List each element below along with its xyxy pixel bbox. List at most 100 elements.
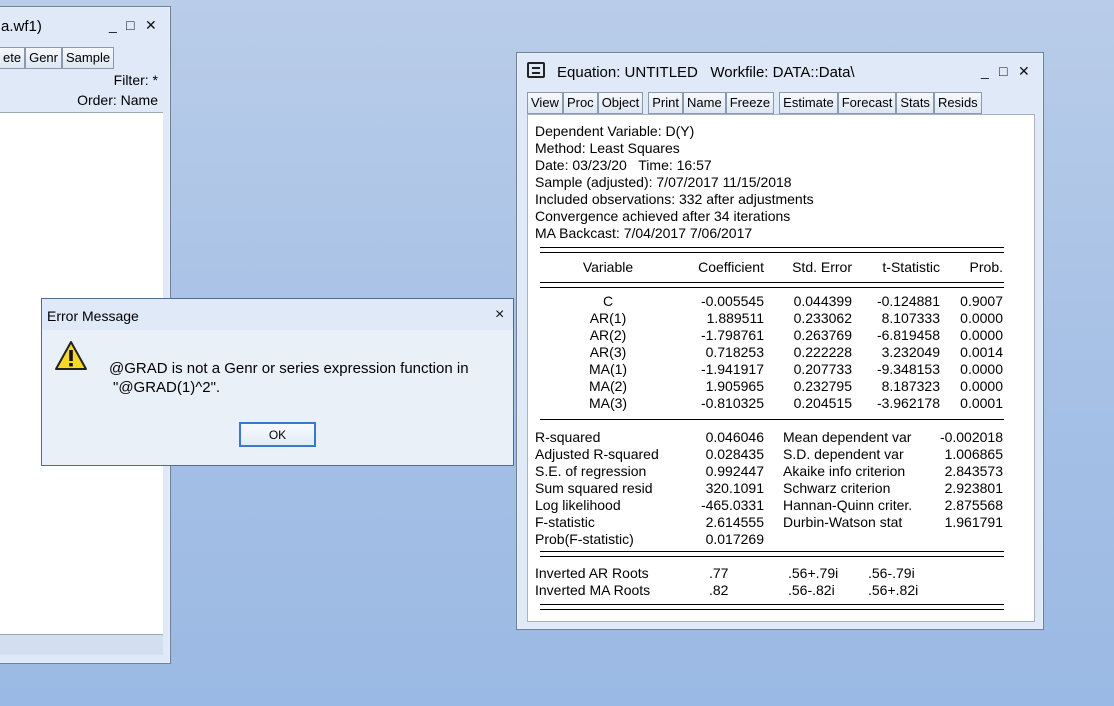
t-statistic-cell: 8.107333 <box>881 310 940 326</box>
stat-value-cell: 1.961791 <box>944 514 1003 530</box>
variable-cell: C <box>602 293 614 309</box>
genr-button[interactable]: Genr <box>25 47 62 69</box>
coefficient-cell: -1.798761 <box>700 327 764 343</box>
stat-value-cell: -465.0331 <box>700 497 764 513</box>
estimation-output[interactable]: Dependent Variable: D(Y) Method: Least S… <box>527 114 1035 622</box>
roots-label-cell: Inverted MA Roots <box>535 582 651 598</box>
workfile-status-bar <box>0 634 163 655</box>
equation-window: Equation: UNTITLED Workfile: DATA::Data\… <box>516 52 1044 630</box>
proc-button[interactable]: Proc <box>562 92 598 114</box>
forecast-button[interactable]: Forecast <box>837 92 897 114</box>
estimate-button[interactable]: Estimate <box>779 92 838 114</box>
minimize-button[interactable]: _ <box>109 17 117 33</box>
order-label: Order: Name <box>77 92 158 108</box>
col-coefficient: Coefficient <box>698 259 764 275</box>
date-line: Date: 03/23/20 Time: 16:57 <box>535 157 712 173</box>
stat-label-cell: Adjusted R-squared <box>535 446 659 462</box>
print-button[interactable]: Print <box>648 92 683 114</box>
minimize-button[interactable]: _ <box>981 63 989 79</box>
error-message-line2: "@GRAD(1)^2". <box>113 379 221 396</box>
close-icon[interactable]: × <box>495 306 504 324</box>
coefficient-cell: 0.718253 <box>705 344 764 360</box>
sample-button[interactable]: Sample <box>61 47 115 69</box>
delete-button[interactable]: ete <box>0 47 26 69</box>
t-statistic-cell: -6.819458 <box>876 327 940 343</box>
view-button[interactable]: View <box>527 92 563 114</box>
stat-value-cell: 0.992447 <box>705 463 764 479</box>
prob-cell: 0.0000 <box>960 361 1003 377</box>
stat-label-cell: Prob(F-statistic) <box>535 531 634 547</box>
name-button[interactable]: Name <box>683 92 726 114</box>
coefficient-cell: -1.941917 <box>700 361 764 377</box>
variable-cell: AR(2) <box>589 327 627 343</box>
stat-label-cell: Sum squared resid <box>535 480 653 496</box>
stat-value-cell: 2.614555 <box>705 514 764 530</box>
freeze-button[interactable]: Freeze <box>725 92 775 114</box>
col-std-error: Std. Error <box>792 259 852 275</box>
stat-label-cell: R-squared <box>535 429 601 445</box>
stat-label-cell: Durbin-Watson stat <box>783 514 903 530</box>
stat-label-cell: S.E. of regression <box>535 463 647 479</box>
table-rule <box>540 604 1004 610</box>
ok-button-label: OK <box>268 427 287 442</box>
object-button[interactable]: Object <box>597 92 644 114</box>
stat-value-cell: 0.046046 <box>705 429 764 445</box>
t-statistic-cell: 3.232049 <box>881 344 940 360</box>
t-statistic-cell: -9.348153 <box>876 361 940 377</box>
warning-icon <box>55 341 87 370</box>
root-cell: .56+.79i <box>788 565 839 581</box>
prob-cell: 0.0000 <box>960 378 1003 394</box>
variable-cell: MA(3) <box>588 395 628 411</box>
close-button[interactable]: ✕ <box>145 17 157 34</box>
root-cell: .56+.82i <box>868 582 919 598</box>
table-rule <box>540 282 1004 288</box>
prob-cell: 0.0001 <box>960 395 1003 411</box>
variable-cell: AR(1) <box>589 310 627 326</box>
coefficient-cell: 1.889511 <box>706 310 764 326</box>
prob-cell: 0.0014 <box>960 344 1003 360</box>
maximize-button[interactable]: □ <box>126 17 134 33</box>
table-rule <box>540 419 1004 420</box>
stat-label-cell: Schwarz criterion <box>783 480 891 496</box>
roots-label-cell: Inverted AR Roots <box>535 565 649 581</box>
stat-label-cell: Mean dependent var <box>783 429 912 445</box>
stat-value-cell: 0.017269 <box>705 531 764 547</box>
convergence-line: Convergence achieved after 34 iterations <box>535 208 791 224</box>
ok-button[interactable]: OK <box>239 422 316 447</box>
coefficient-cell: 1.905965 <box>705 378 764 394</box>
stat-label-cell: Akaike info criterion <box>783 463 906 479</box>
filter-label: Filter: * <box>113 72 158 88</box>
error-message-line1: @GRAD is not a Genr or series expression… <box>109 360 469 377</box>
stat-value-cell: 0.028435 <box>705 446 764 462</box>
stat-value-cell: 2.923801 <box>944 480 1003 496</box>
sample-line: Sample (adjusted): 7/07/2017 11/15/2018 <box>535 174 792 190</box>
workfile-toolbar: ete Genr Sample <box>0 47 115 69</box>
stats-button[interactable]: Stats <box>896 92 934 114</box>
equation-title: Equation: UNTITLED Workfile: DATA::Data\ <box>557 64 855 81</box>
variable-cell: AR(3) <box>589 344 627 360</box>
coefficient-cell: -0.810325 <box>700 395 764 411</box>
table-rule <box>540 247 1004 253</box>
root-cell: .82 <box>709 582 729 598</box>
std-error-cell: 0.207733 <box>793 361 852 377</box>
prob-cell: 0.0000 <box>960 327 1003 343</box>
stat-value-cell: 1.006865 <box>944 446 1003 462</box>
coefficient-cell: -0.005545 <box>700 293 764 309</box>
stat-label-cell: S.D. dependent var <box>783 446 904 462</box>
col-prob: Prob. <box>969 259 1003 275</box>
root-cell: .77 <box>709 565 729 581</box>
std-error-cell: 0.222228 <box>793 344 852 360</box>
stat-value-cell: 320.1091 <box>705 480 764 496</box>
error-dialog: Error Message × @GRAD is not a Genr or s… <box>41 298 514 466</box>
close-button[interactable]: ✕ <box>1018 63 1030 80</box>
std-error-cell: 0.233062 <box>793 310 852 326</box>
ma-backcast-line: MA Backcast: 7/04/2017 7/06/2017 <box>535 225 753 241</box>
variable-cell: MA(2) <box>588 378 628 394</box>
prob-cell: 0.9007 <box>960 293 1003 309</box>
equation-menu-icon[interactable] <box>527 62 545 78</box>
resids-button[interactable]: Resids <box>933 92 982 114</box>
t-statistic-cell: -0.124881 <box>876 293 940 309</box>
std-error-cell: 0.204515 <box>793 395 852 411</box>
maximize-button[interactable]: □ <box>999 63 1007 79</box>
observations-line: Included observations: 332 after adjustm… <box>535 191 814 207</box>
